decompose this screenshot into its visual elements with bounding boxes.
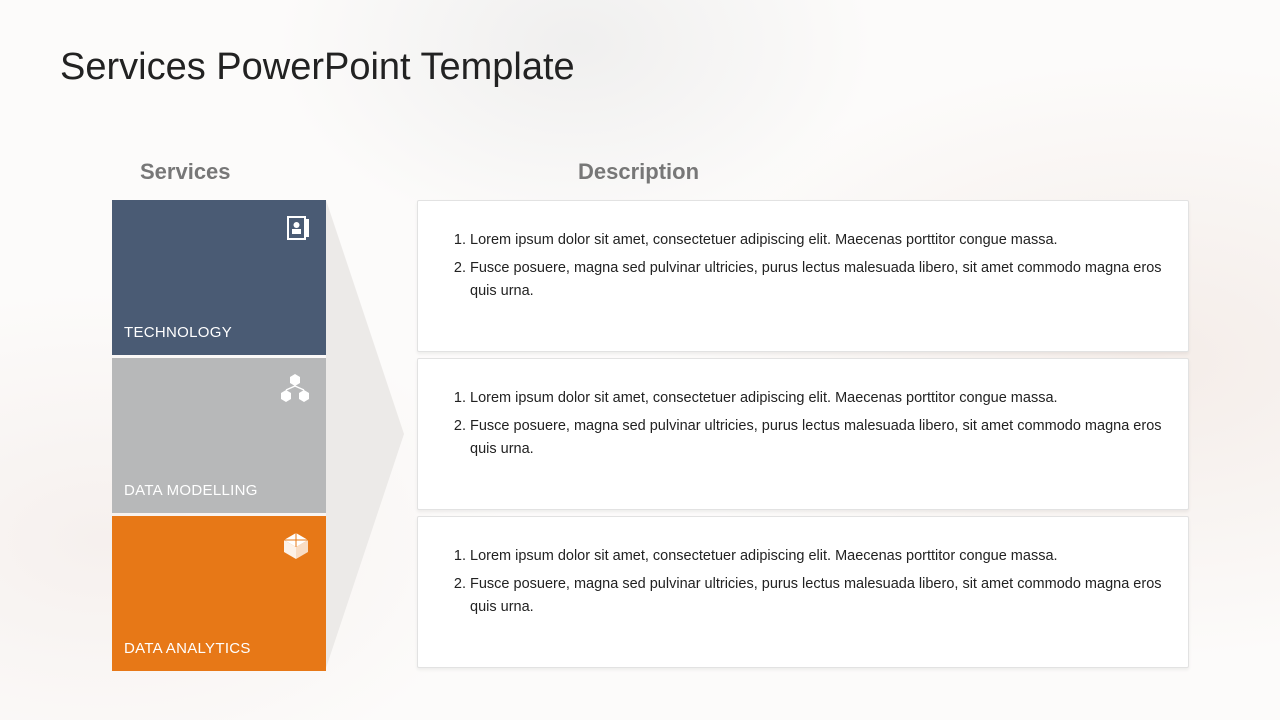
service-card-label: TECHNOLOGY — [124, 324, 232, 341]
contact-card-icon — [284, 214, 312, 242]
service-card-technology: TECHNOLOGY — [112, 200, 326, 355]
description-list: Lorem ipsum dolor sit amet, consectetuer… — [450, 545, 1166, 618]
service-card-label: DATA ANALYTICS — [124, 640, 251, 657]
column-header-services: Services — [140, 159, 231, 185]
description-panels: Lorem ipsum dolor sit amet, consectetuer… — [417, 200, 1189, 674]
list-item: Fusce posuere, magna sed pulvinar ultric… — [470, 573, 1166, 618]
service-cards: TECHNOLOGY DATA MODELLING — [112, 200, 326, 674]
list-item: Fusce posuere, magna sed pulvinar ultric… — [470, 257, 1166, 302]
service-card-label: DATA MODELLING — [124, 482, 258, 499]
arrow-shape — [326, 200, 404, 668]
list-item: Lorem ipsum dolor sit amet, consectetuer… — [470, 545, 1166, 567]
slide-title: Services PowerPoint Template — [60, 46, 575, 89]
list-item: Lorem ipsum dolor sit amet, consectetuer… — [470, 229, 1166, 251]
list-item: Fusce posuere, magna sed pulvinar ultric… — [470, 415, 1166, 460]
service-card-data-modelling: DATA MODELLING — [112, 358, 326, 513]
cube-box-icon — [280, 530, 312, 562]
description-list: Lorem ipsum dolor sit amet, consectetuer… — [450, 229, 1166, 302]
service-card-data-analytics: DATA ANALYTICS — [112, 516, 326, 671]
description-list: Lorem ipsum dolor sit amet, consectetuer… — [450, 387, 1166, 460]
list-item: Lorem ipsum dolor sit amet, consectetuer… — [470, 387, 1166, 409]
column-header-description: Description — [578, 159, 699, 185]
hierarchy-cubes-icon — [278, 372, 312, 406]
description-box: Lorem ipsum dolor sit amet, consectetuer… — [417, 516, 1189, 668]
description-box: Lorem ipsum dolor sit amet, consectetuer… — [417, 200, 1189, 352]
description-box: Lorem ipsum dolor sit amet, consectetuer… — [417, 358, 1189, 510]
